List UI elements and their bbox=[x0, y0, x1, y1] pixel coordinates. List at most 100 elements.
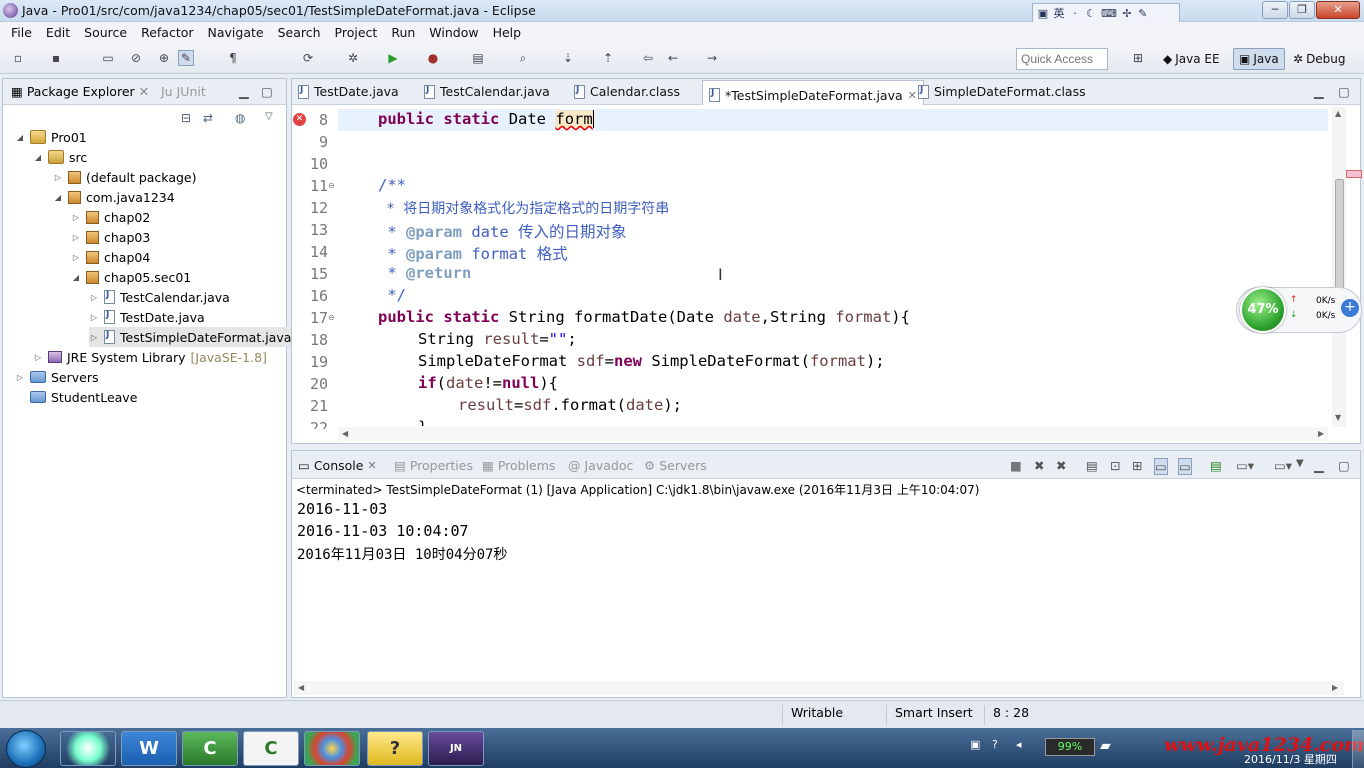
console-icon[interactable]: ▭ bbox=[100, 50, 116, 66]
tab-problems[interactable]: ▦ Problems bbox=[482, 458, 555, 473]
menu-navigate[interactable]: Navigate bbox=[201, 25, 271, 40]
tray-power-icon[interactable]: ▰ bbox=[1100, 738, 1111, 754]
tab-servers[interactable]: ⚙ Servers bbox=[644, 458, 707, 473]
collapsed-icon[interactable]: ▷ bbox=[89, 293, 99, 302]
collapsed-icon[interactable]: ▷ bbox=[89, 313, 99, 322]
taskbar-chrome-icon[interactable] bbox=[304, 731, 360, 766]
console-horizontal-scrollbar[interactable] bbox=[294, 681, 1344, 695]
ime-tools-icon[interactable]: ✎ bbox=[1137, 7, 1149, 20]
scroll-left-icon[interactable]: ◀ bbox=[342, 429, 348, 438]
open-console-icon[interactable]: ▭▾ bbox=[1274, 458, 1292, 473]
collapsed-icon[interactable]: ▷ bbox=[71, 253, 81, 262]
memory-ball[interactable]: 47% bbox=[1240, 287, 1286, 333]
scroll-right-icon[interactable]: ▶ bbox=[1318, 429, 1324, 438]
code-line-16[interactable]: */ bbox=[378, 286, 406, 304]
display-console-icon[interactable]: ▭▾ bbox=[1236, 458, 1254, 473]
minimize-editor-icon[interactable]: ▁ bbox=[1314, 84, 1324, 99]
tray-help-icon[interactable]: ? bbox=[992, 738, 998, 751]
terminate-icon[interactable]: ■ bbox=[1010, 458, 1022, 473]
expanded-icon[interactable]: ◢ bbox=[71, 273, 81, 282]
forward-icon[interactable]: → bbox=[704, 50, 720, 66]
tree-item-testcalendar[interactable]: ▷ TestCalendar.java bbox=[89, 287, 230, 307]
maximize-console-icon[interactable]: ▢ bbox=[1338, 458, 1350, 473]
show-stderr-icon[interactable]: ▭ bbox=[1178, 458, 1192, 475]
pin-console-icon[interactable]: ▤ bbox=[1210, 458, 1222, 473]
ime-mode-label[interactable]: 英 bbox=[1053, 5, 1065, 21]
new-icon[interactable]: ▫ bbox=[10, 50, 26, 66]
tree-item-chap02[interactable]: ▷ chap02 bbox=[71, 207, 150, 227]
tab-calendar-class[interactable]: Calendar.class bbox=[574, 84, 680, 99]
tab-testdate[interactable]: TestDate.java bbox=[298, 84, 399, 99]
tree-item-pro01[interactable]: ◢ Pro01 bbox=[15, 127, 87, 147]
minimize-view-icon[interactable]: ▁ bbox=[239, 84, 249, 99]
maximize-view-icon[interactable]: ▢ bbox=[261, 84, 273, 99]
tab-testcalendar[interactable]: TestCalendar.java bbox=[424, 84, 550, 99]
prev-annotation-icon[interactable]: ⇡ bbox=[600, 50, 616, 66]
ime-keyboard-icon[interactable]: ⌨ bbox=[1101, 7, 1117, 20]
word-wrap-icon[interactable]: ⊞ bbox=[1132, 458, 1142, 473]
collapsed-icon[interactable]: ▷ bbox=[71, 233, 81, 242]
tree-item-servers[interactable]: ▷ Servers bbox=[15, 367, 99, 387]
perspective-debug[interactable]: ✲ Debug bbox=[1288, 48, 1351, 70]
tree-item-chap03[interactable]: ▷ chap03 bbox=[71, 227, 150, 247]
scroll-lock-icon[interactable]: ⊡ bbox=[1110, 458, 1120, 473]
code-line-13[interactable]: * @param date 传入的日期对象 bbox=[378, 220, 626, 242]
tab-simpledateformat-class[interactable]: SimpleDateFormat.class bbox=[918, 84, 1086, 99]
perspective-java-ee[interactable]: ◆ Java EE bbox=[1158, 48, 1225, 70]
tab-package-explorer[interactable]: ▦ Package Explorer ✕ bbox=[11, 84, 149, 99]
tree-item-studentleave[interactable]: StudentLeave bbox=[15, 387, 137, 407]
tab-javadoc[interactable]: @ Javadoc bbox=[568, 458, 633, 473]
expanded-icon[interactable]: ◢ bbox=[15, 133, 25, 142]
scroll-down-icon[interactable]: ▼ bbox=[1335, 413, 1341, 422]
code-line-19[interactable]: SimpleDateFormat sdf=new SimpleDateForma… bbox=[418, 352, 885, 370]
maximize-button[interactable]: ❐ bbox=[1289, 1, 1315, 19]
menu-edit[interactable]: Edit bbox=[39, 25, 77, 40]
debug-icon[interactable]: ✲ bbox=[345, 50, 361, 66]
close-button[interactable]: ✕ bbox=[1316, 1, 1360, 19]
tree-item-chap05-sec01[interactable]: ◢ chap05.sec01 bbox=[71, 267, 191, 287]
code-line-11[interactable]: /** bbox=[378, 176, 406, 194]
taskbar-help[interactable]: ? bbox=[367, 731, 423, 766]
maximize-editor-icon[interactable]: ▢ bbox=[1338, 84, 1350, 99]
show-whitespace-icon[interactable]: ¶ bbox=[225, 50, 241, 66]
battery-indicator[interactable]: 99% bbox=[1045, 738, 1095, 756]
focus-task-icon[interactable]: ◍ bbox=[235, 111, 245, 125]
start-button[interactable] bbox=[6, 730, 46, 768]
tab-testsimpledateformat[interactable]: *TestSimpleDateFormat.java ✕ bbox=[702, 80, 924, 105]
view-menu-icon[interactable]: ▽ bbox=[265, 111, 273, 122]
open-type-icon[interactable]: ⊕ bbox=[156, 50, 172, 66]
open-project-icon[interactable]: ▤ bbox=[470, 50, 486, 66]
expanded-icon[interactable]: ◢ bbox=[33, 153, 43, 162]
code-line-18[interactable]: String result=""; bbox=[418, 330, 577, 348]
show-desktop-button[interactable] bbox=[1352, 730, 1364, 768]
tab-junit[interactable]: Ju JUnit bbox=[161, 84, 206, 99]
view-menu-icon[interactable]: ▼ bbox=[1296, 458, 1304, 469]
search-icon[interactable]: ⌕ bbox=[515, 50, 531, 66]
scroll-up-icon[interactable]: ▲ bbox=[1335, 109, 1341, 118]
menu-source[interactable]: Source bbox=[77, 25, 134, 40]
refresh-icon[interactable]: ⟳ bbox=[300, 50, 316, 66]
collapse-all-icon[interactable]: ⊟ bbox=[181, 111, 191, 125]
plus-icon[interactable]: + bbox=[1341, 299, 1359, 317]
ime-settings-icon[interactable]: ✢ bbox=[1121, 7, 1133, 20]
tree-item-src[interactable]: ◢ src bbox=[33, 147, 87, 167]
tree-item-testdate[interactable]: ▷ TestDate.java bbox=[89, 307, 205, 327]
menu-window[interactable]: Window bbox=[422, 25, 485, 40]
tree-item-testsimpledateformat[interactable]: ▷ TestSimpleDateFormat.java bbox=[89, 327, 295, 347]
code-line-14[interactable]: * @param format 格式 bbox=[378, 242, 567, 264]
collapsed-icon[interactable]: ▷ bbox=[53, 173, 63, 182]
clear-console-icon[interactable]: ▤ bbox=[1086, 458, 1098, 473]
collapsed-icon[interactable]: ▷ bbox=[33, 353, 43, 362]
quick-access-input[interactable] bbox=[1016, 48, 1108, 70]
close-tab-icon[interactable]: ✕ bbox=[367, 459, 376, 472]
tray-expand-icon[interactable]: ◂ bbox=[1016, 738, 1022, 751]
taskbar-wps-writer[interactable]: W bbox=[121, 731, 177, 766]
code-line-22[interactable]: } bbox=[418, 418, 427, 426]
remove-all-icon[interactable]: ✖ bbox=[1056, 458, 1066, 473]
menu-project[interactable]: Project bbox=[328, 25, 385, 40]
code-line-8[interactable]: public static Date form bbox=[378, 110, 594, 128]
link-editor-icon[interactable]: ⇄ bbox=[203, 111, 213, 125]
code-line-21[interactable]: result=sdf.format(date); bbox=[458, 396, 682, 414]
ime-punct-icon[interactable]: · bbox=[1069, 7, 1081, 20]
code-line-15[interactable]: * @return bbox=[378, 264, 471, 282]
